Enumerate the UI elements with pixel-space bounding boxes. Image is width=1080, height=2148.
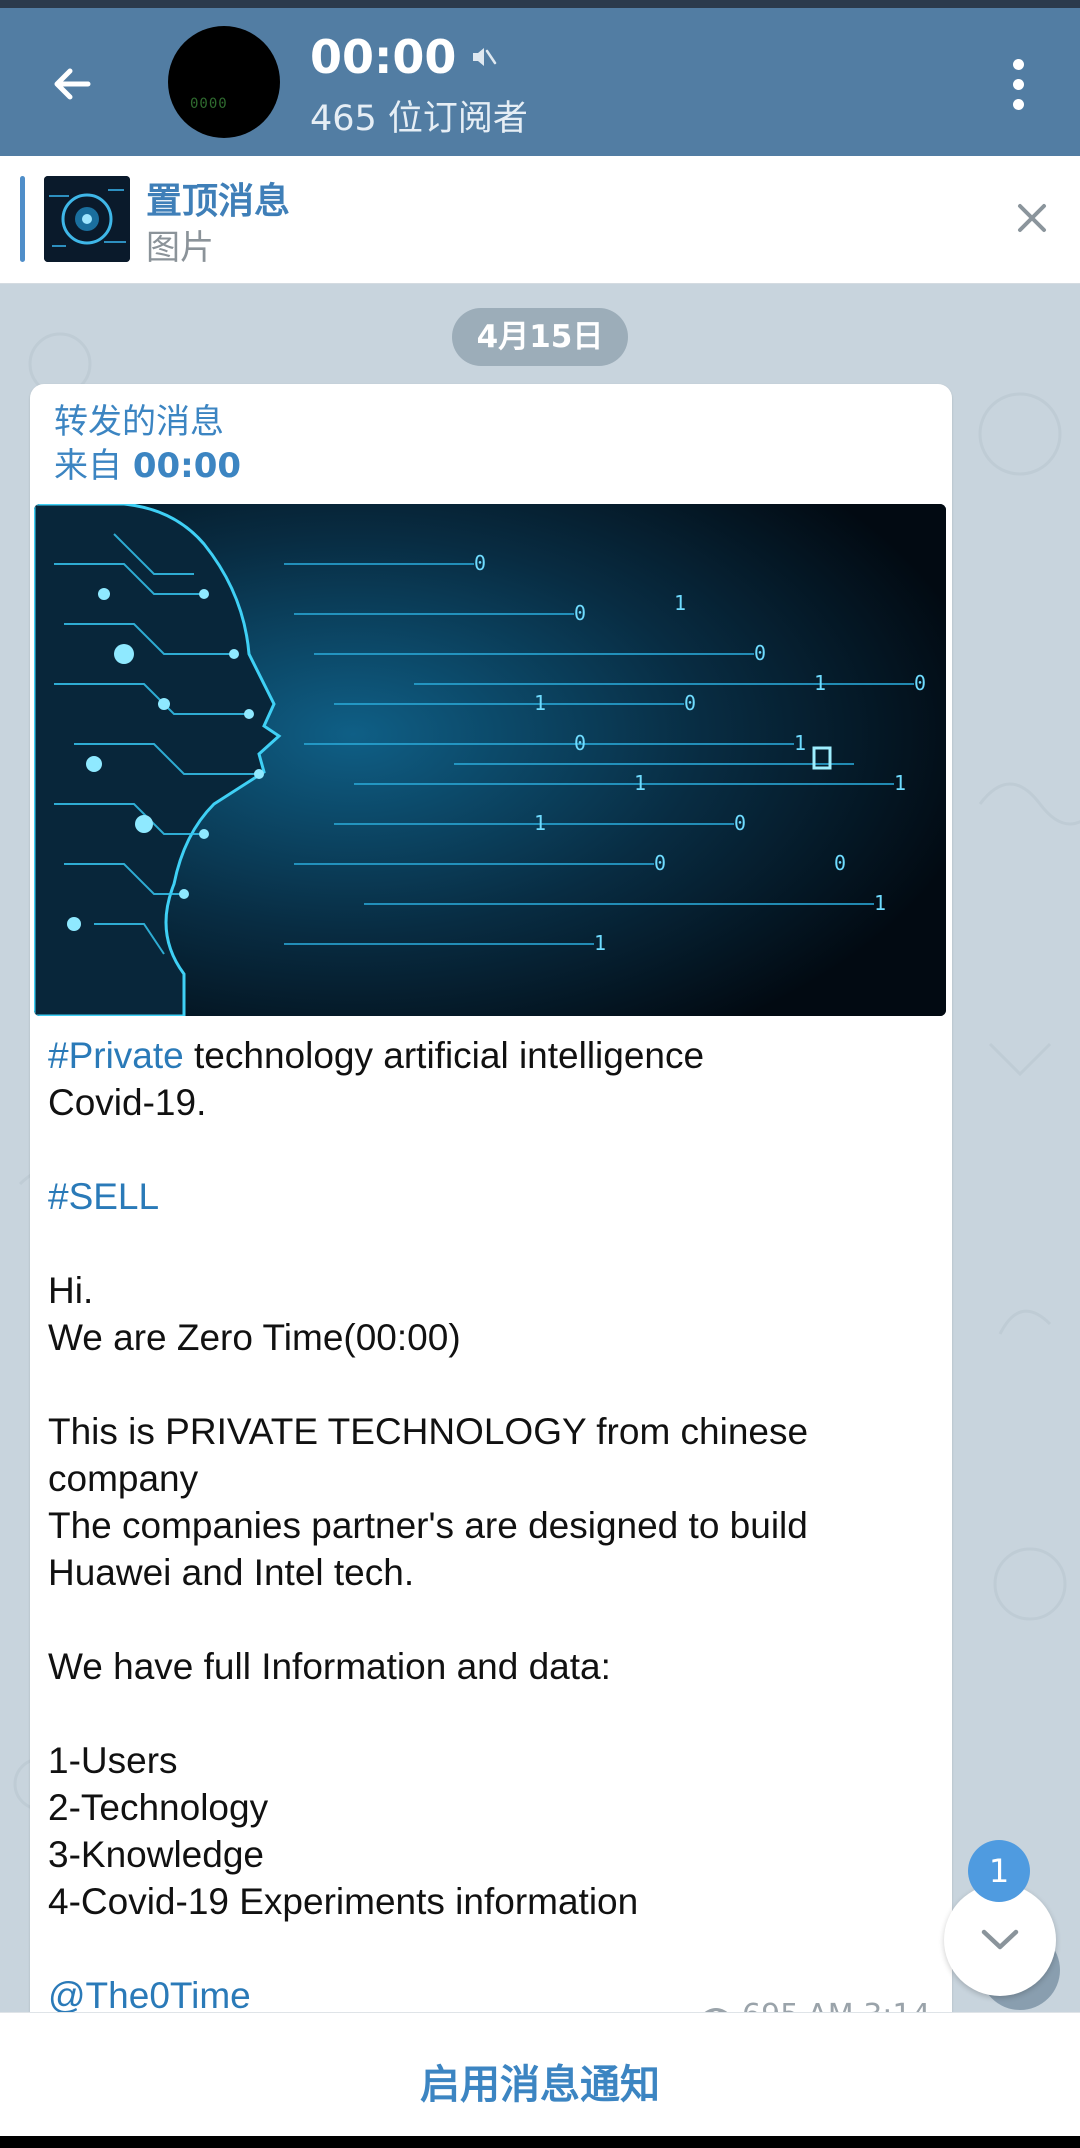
svg-text:1: 1 xyxy=(794,731,806,755)
svg-text:1: 1 xyxy=(534,691,546,715)
message-bubble[interactable]: 转发的消息 来自 00:00 0101100110100110010100101… xyxy=(30,384,952,2044)
svg-text:1: 1 xyxy=(814,671,826,695)
pinned-subtitle: 图片 xyxy=(146,228,214,268)
svg-text:0: 0 xyxy=(734,811,746,835)
channel-name: 00:00 xyxy=(310,30,457,84)
back-arrow-icon xyxy=(54,68,91,100)
channel-avatar[interactable]: 0000 xyxy=(168,26,280,138)
forwarded-from-prefix: 来自 xyxy=(54,446,122,486)
svg-text:0: 0 xyxy=(654,851,666,875)
unread-badge: 1 xyxy=(968,1840,1030,1902)
hashtag-sell[interactable]: #SELL xyxy=(48,1176,159,1217)
svg-text:0: 0 xyxy=(834,851,846,875)
svg-text:1: 1 xyxy=(534,811,546,835)
enable-notifications-button[interactable]: 启用消息通知 xyxy=(420,2052,660,2110)
bottom-bar: 启用消息通知 xyxy=(0,2012,1080,2148)
svg-text:0: 0 xyxy=(684,691,696,715)
svg-text:0: 0 xyxy=(574,601,586,625)
svg-text:1: 1 xyxy=(634,771,646,795)
forwarded-from-name: 00:00 xyxy=(132,446,242,486)
message-text: #Private technology artificial intellige… xyxy=(48,1035,809,2016)
pinned-thumbnail xyxy=(44,176,130,262)
svg-text:0: 0 xyxy=(574,731,586,755)
mute-icon xyxy=(473,48,497,66)
system-nav-strip xyxy=(0,2136,1080,2148)
svg-text:0: 0 xyxy=(754,641,766,665)
close-icon[interactable] xyxy=(1008,194,1056,242)
mention-link[interactable]: @The0Time xyxy=(48,1975,251,2016)
chevron-down-icon xyxy=(981,1929,1019,1950)
svg-text:0: 0 xyxy=(474,551,486,575)
status-strip xyxy=(0,0,1080,8)
more-vert-icon[interactable] xyxy=(990,52,1046,116)
date-separator: 4月15日 xyxy=(452,308,628,366)
forwarded-label: 转发的消息 xyxy=(54,402,224,442)
forwarded-from[interactable]: 来自 00:00 xyxy=(54,444,241,488)
pinned-message-bar[interactable]: 置顶消息 图片 xyxy=(0,156,1080,284)
message-image[interactable]: 01011001101001100101001011 0011010110010… xyxy=(34,504,946,1016)
svg-text:1: 1 xyxy=(874,891,886,915)
svg-text:1: 1 xyxy=(674,591,686,615)
app-header: 0000 00:00 465 位订阅者 xyxy=(0,8,1080,156)
pinned-indicator xyxy=(20,176,25,262)
svg-text:0: 0 xyxy=(914,671,926,695)
subscriber-count: 465 位订阅者 xyxy=(310,99,528,139)
svg-text:1: 1 xyxy=(894,771,906,795)
pinned-title: 置顶消息 xyxy=(146,181,291,222)
svg-text:1: 1 xyxy=(594,931,606,955)
channel-title[interactable]: 00:00 xyxy=(310,30,498,84)
back-button[interactable] xyxy=(36,48,108,120)
avatar-label: 0000 xyxy=(190,96,228,112)
hashtag-private[interactable]: #Private xyxy=(48,1035,184,1076)
